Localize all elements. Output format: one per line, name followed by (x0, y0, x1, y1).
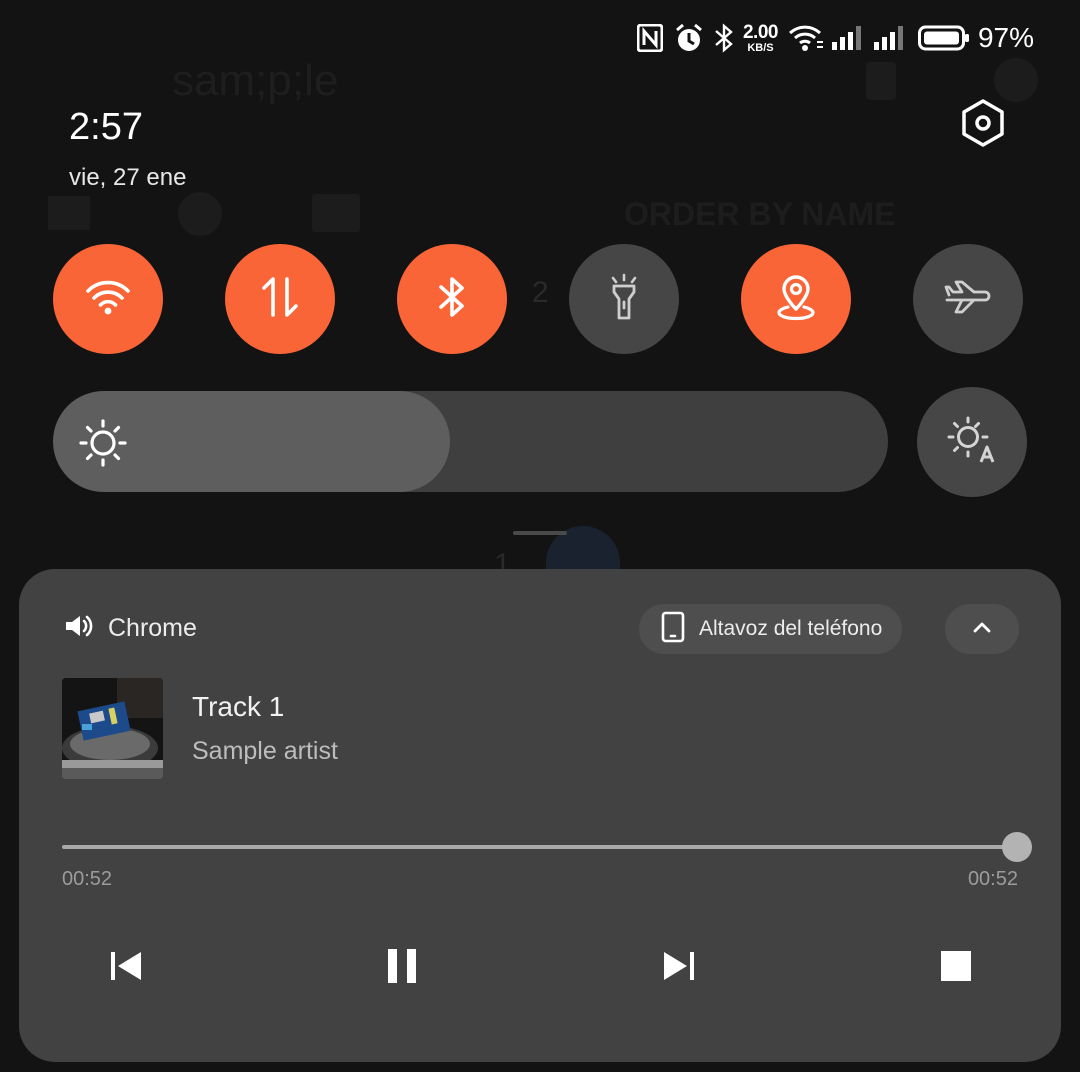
nfc-icon (636, 20, 663, 56)
settings-button[interactable] (954, 96, 1012, 154)
toggle-bluetooth[interactable] (397, 244, 507, 354)
seek-bar[interactable] (62, 845, 1017, 849)
network-speed-unit: KB/S (747, 41, 774, 54)
alarm-icon (675, 20, 703, 56)
next-button[interactable] (649, 945, 709, 991)
stop-button[interactable] (926, 945, 986, 991)
date: vie, 27 ene (69, 164, 187, 191)
toggle-flashlight[interactable] (569, 244, 679, 354)
current-time: 00:52 (62, 868, 113, 890)
status-bar: 2.00 KB/S 97% (0, 0, 1080, 76)
auto-brightness-button[interactable] (917, 387, 1027, 497)
settings-icon (960, 98, 1006, 153)
brightness-slider[interactable] (53, 391, 888, 492)
battery-percent: 97% (977, 22, 1034, 53)
collapse-button[interactable] (945, 604, 1019, 654)
folder-add-icon (312, 194, 360, 232)
grid-icon (48, 196, 90, 230)
track-artist: Sample artist (192, 737, 338, 765)
order-by-label: ORDER BY NAME (624, 196, 896, 232)
output-device-button[interactable]: Altavoz del teléfono (639, 604, 903, 654)
pause-button[interactable] (372, 945, 432, 991)
bluetooth-icon (436, 275, 468, 324)
network-speed: 2.00 KB/S (743, 23, 778, 54)
media-app-header: Chrome (64, 613, 197, 644)
flashlight-icon (607, 273, 641, 326)
battery-icon (917, 20, 970, 56)
auto-brightness-icon (944, 414, 1000, 471)
media-app-name: Chrome (108, 614, 197, 642)
bluetooth-icon (713, 20, 735, 56)
phone-icon (661, 611, 685, 648)
skip-previous-icon (109, 950, 143, 987)
wifi-icon (85, 278, 131, 321)
chevron-up-icon (972, 620, 992, 639)
airplane-icon (944, 280, 992, 319)
toggle-wifi[interactable] (53, 244, 163, 354)
brightness-icon (78, 418, 128, 473)
background-number: 2 (532, 276, 549, 309)
toggle-location[interactable] (741, 244, 851, 354)
duration: 00:52 (967, 868, 1018, 890)
drag-handle[interactable] (513, 531, 567, 535)
skip-next-icon (662, 950, 696, 987)
seek-thumb[interactable] (1002, 832, 1032, 862)
network-speed-value: 2.00 (742, 21, 778, 43)
toggle-mobile-data[interactable] (225, 244, 335, 354)
signal-icon (873, 20, 904, 56)
output-device-label: Altavoz del teléfono (699, 617, 883, 640)
album-art (62, 678, 163, 779)
stop-icon (941, 950, 971, 986)
media-player-card: Chrome Altavoz del teléfono Track 1 Samp… (19, 569, 1061, 1062)
data-arrows-icon (260, 275, 300, 324)
track-title: Track 1 (192, 691, 285, 722)
previous-button[interactable] (96, 945, 156, 991)
wifi-icon (788, 20, 824, 56)
clock: 2:57 (69, 106, 143, 148)
palette-icon (178, 192, 222, 236)
pause-icon (386, 948, 418, 989)
speaker-icon (64, 613, 94, 644)
toggle-airplane[interactable] (913, 244, 1023, 354)
location-icon (776, 273, 816, 326)
signal-icon (831, 20, 862, 56)
